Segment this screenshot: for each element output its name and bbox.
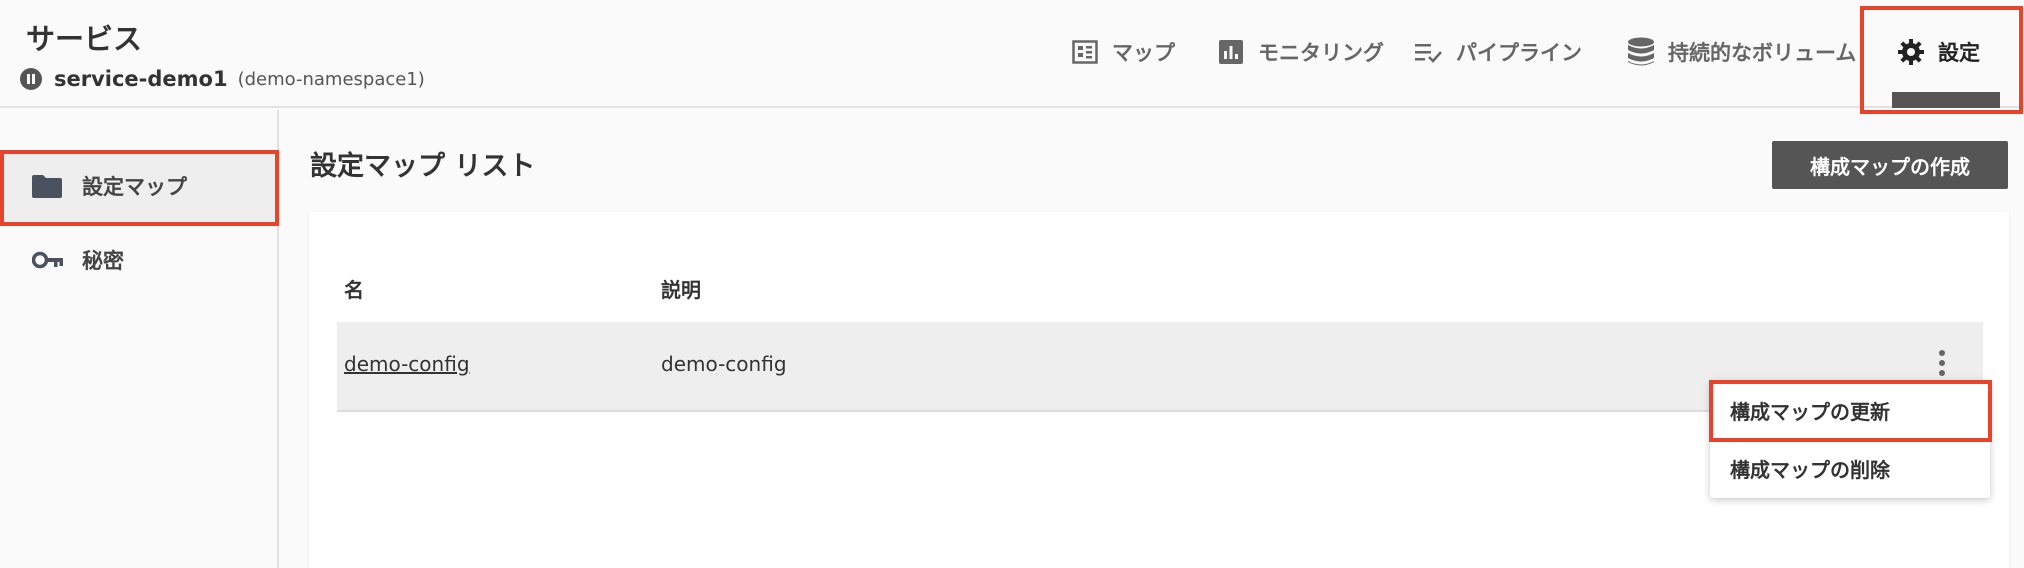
tab-persistent-volume[interactable]: 持続的なボリューム: [1626, 30, 1856, 74]
sidebar-item-secret[interactable]: 秘密: [4, 224, 276, 296]
create-config-map-button[interactable]: 構成マップの作成: [1772, 141, 2008, 189]
active-tab-indicator: [1892, 92, 2000, 108]
tab-pipeline[interactable]: パイプライン: [1414, 30, 1582, 74]
tab-settings[interactable]: 設定: [1896, 30, 1980, 74]
menu-item-delete-config-map[interactable]: 構成マップの削除: [1710, 440, 1990, 496]
tab-label: 持続的なボリューム: [1668, 41, 1857, 65]
column-header-description: 説明: [661, 278, 701, 302]
tab-label: マップ: [1112, 41, 1175, 65]
tab-label: 設定: [1938, 41, 1980, 65]
tab-monitoring[interactable]: モニタリング: [1216, 30, 1384, 74]
folder-icon: [32, 171, 66, 201]
column-header-name: 名: [344, 278, 364, 302]
menu-item-update-config-map[interactable]: 構成マップの更新: [1710, 382, 1990, 438]
tab-label: パイプライン: [1456, 41, 1582, 65]
tab-label: モニタリング: [1258, 41, 1384, 65]
top-tabs: マップ モニタリング パイプライン 持続的なボリューム 設定: [0, 0, 2024, 108]
bar-chart-icon: [1216, 37, 1246, 67]
tab-map[interactable]: マップ: [1070, 30, 1175, 74]
sidebar-item-label: 秘密: [82, 249, 124, 273]
sidebar-item-config-map[interactable]: 設定マップ: [4, 150, 276, 222]
gear-icon: [1896, 37, 1926, 67]
key-icon: [32, 245, 66, 275]
database-icon: [1626, 37, 1656, 67]
row-action-menu: 構成マップの更新 構成マップの削除: [1710, 380, 1990, 498]
more-vert-icon[interactable]: [1934, 350, 1950, 376]
config-map-name-link[interactable]: demo-config: [344, 352, 470, 376]
config-map-description: demo-config: [661, 352, 787, 376]
map-grid-icon: [1070, 37, 1100, 67]
list-title: 設定マップ リスト: [310, 151, 536, 182]
list-check-icon: [1414, 37, 1444, 67]
sidebar-item-label: 設定マップ: [82, 175, 187, 199]
